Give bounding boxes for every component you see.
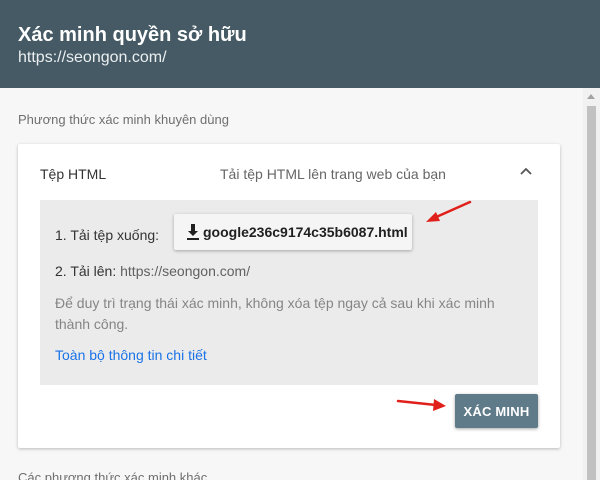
scrollbar[interactable] — [583, 88, 600, 480]
download-icon — [187, 224, 199, 240]
method-instructions-panel: 1. Tải tệp xuống: google236c9174c35b6087… — [40, 200, 538, 385]
download-file-button[interactable]: google236c9174c35b6087.html — [174, 214, 412, 250]
dialog-title: Xác minh quyền sở hữu — [18, 24, 247, 46]
method-name: Tệp HTML — [40, 166, 107, 182]
scroll-up-icon[interactable] — [587, 94, 595, 99]
html-file-method-card: Tệp HTML Tải tệp HTML lên trang web của … — [18, 144, 560, 448]
download-filename: google236c9174c35b6087.html — [203, 224, 408, 240]
full-details-link[interactable]: Toàn bộ thông tin chi tiết — [55, 346, 207, 364]
step2-label: 2. Tải lên: — [55, 263, 117, 279]
verify-button[interactable]: XÁC MINH — [455, 394, 538, 428]
property-url: https://seongon.com/ — [18, 49, 167, 66]
red-arrow-icon — [426, 200, 472, 222]
scrollbar-thumb[interactable] — [587, 106, 596, 480]
upload-target-url: https://seongon.com/ — [120, 263, 251, 279]
verification-note: Để duy trì trạng thái xác minh, không xó… — [55, 295, 495, 332]
step1-label: 1. Tải tệp xuống: — [55, 227, 160, 243]
recommended-method-heading: Phương thức xác minh khuyên dùng — [18, 112, 229, 127]
dialog-content: Phương thức xác minh khuyên dùng Tệp HTM… — [0, 88, 583, 480]
dialog-header: Xác minh quyền sở hữu https://seongon.co… — [0, 0, 600, 88]
chevron-up-icon[interactable] — [518, 163, 534, 179]
red-arrow-icon — [396, 399, 446, 411]
method-description: Tải tệp HTML lên trang web của bạn — [220, 166, 446, 182]
step2-row: 2. Tải lên: https://seongon.com/ — [55, 262, 250, 280]
other-methods-heading: Các phương thức xác minh khác — [18, 470, 208, 480]
